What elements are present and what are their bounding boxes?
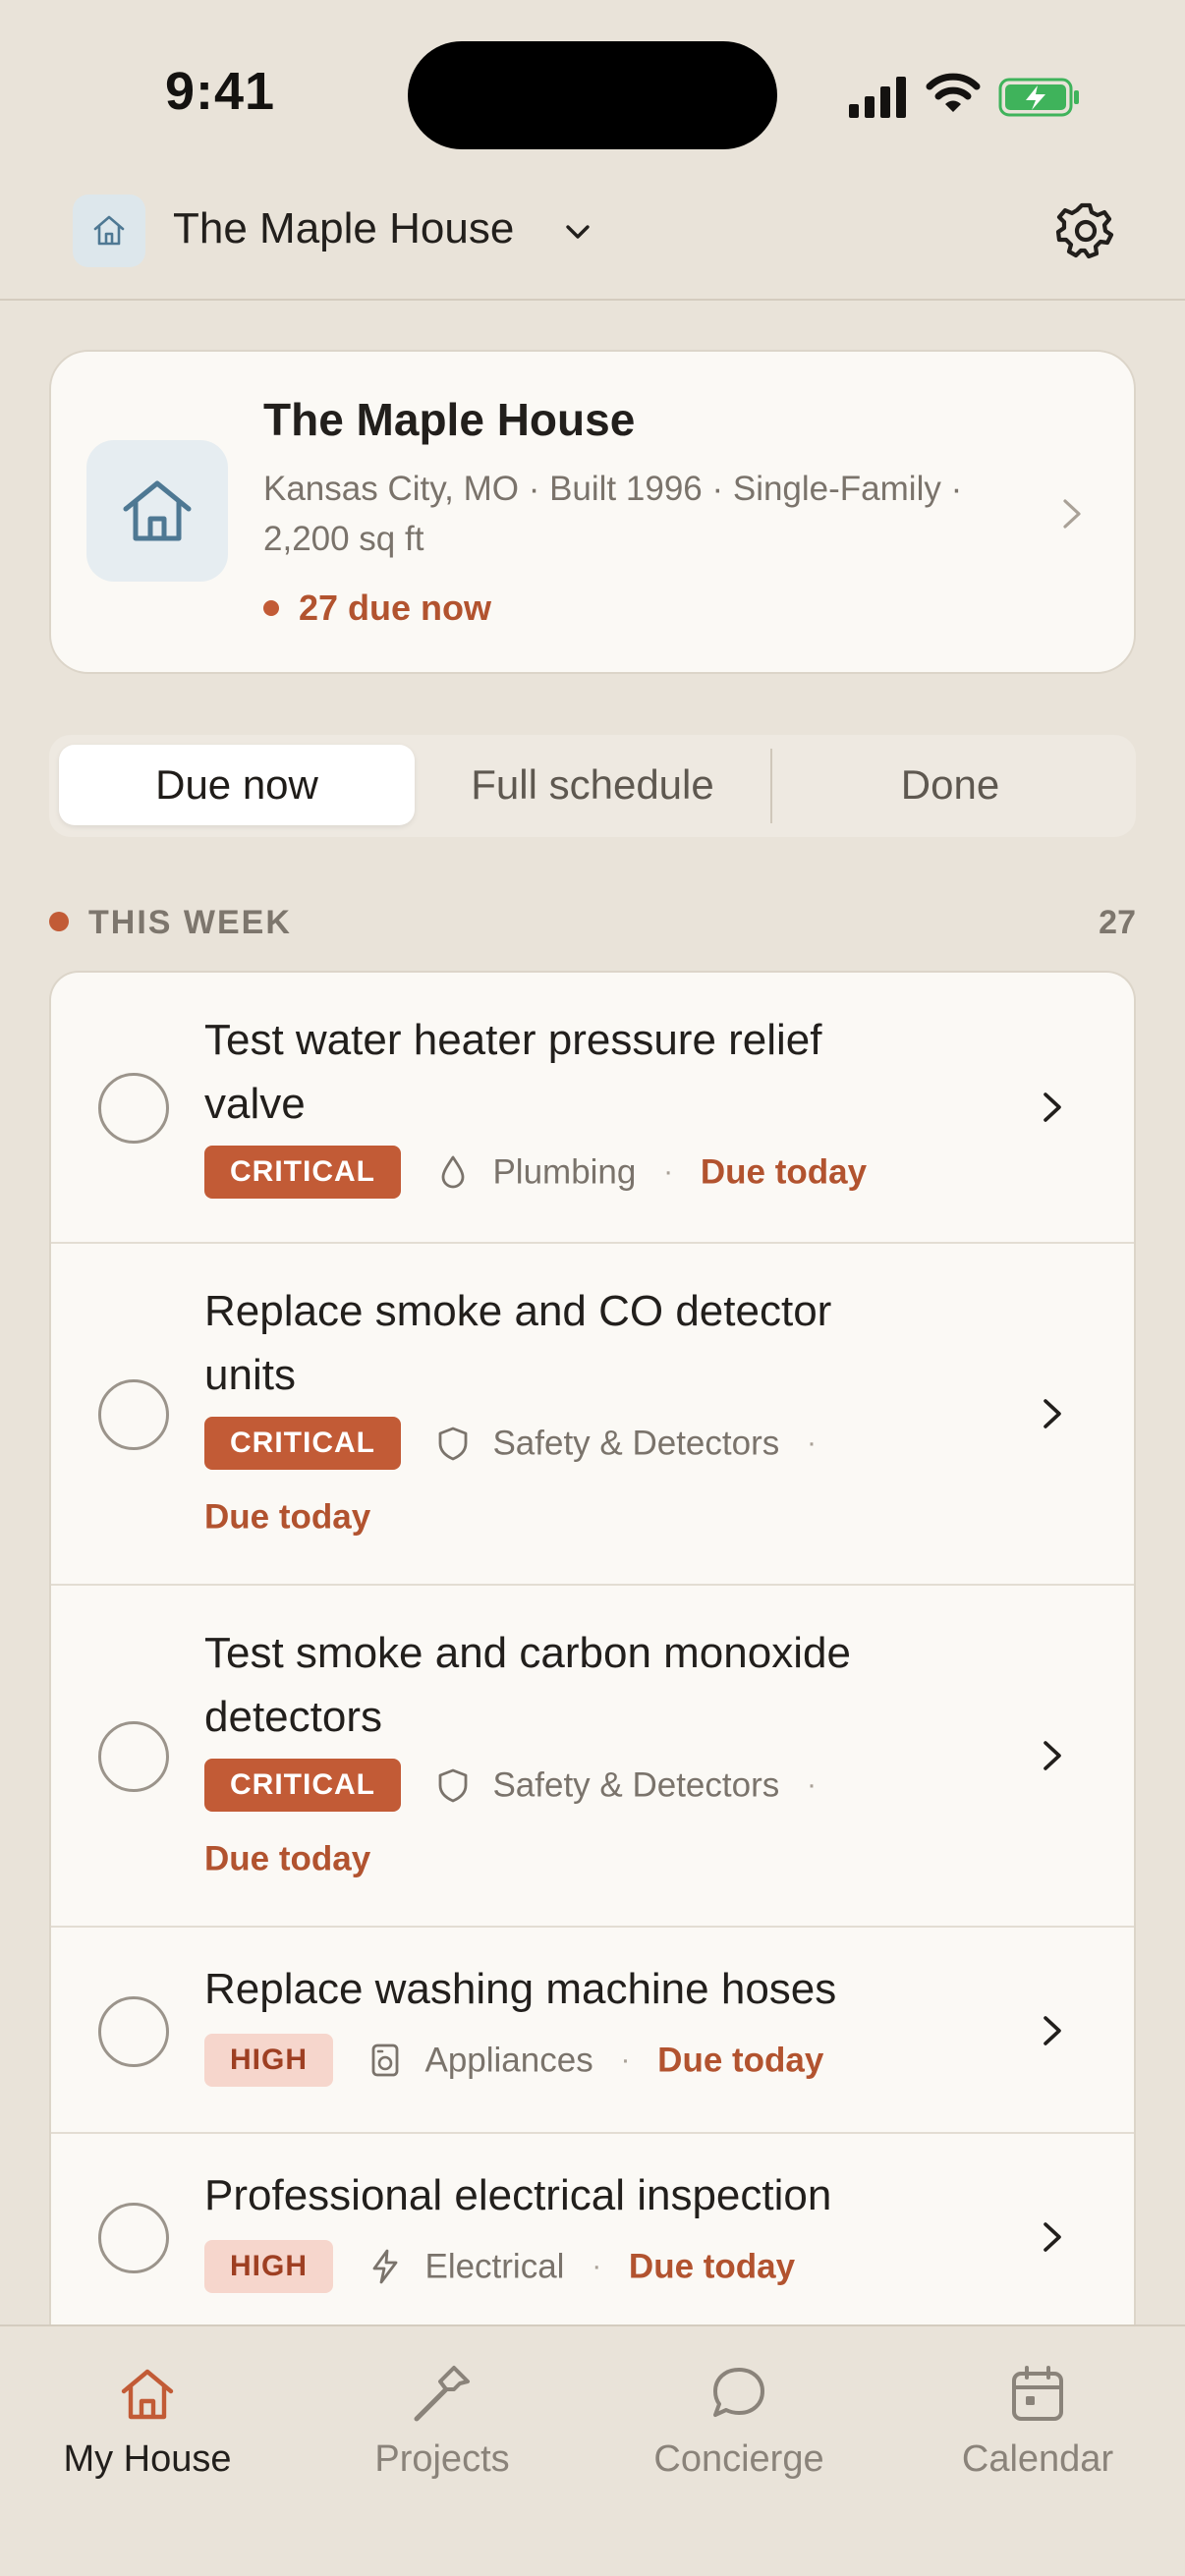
- task-meta: HIGH Electrical · Due today: [204, 2228, 912, 2302]
- bottom-tab-bar: My House Projects Concierge Calendar: [0, 2324, 1185, 2576]
- tabbar-label: Projects: [374, 2438, 510, 2480]
- lightning-icon: [372, 2249, 398, 2284]
- task-title: Replace smoke and CO detector units: [204, 1287, 832, 1399]
- chevron-down-icon[interactable]: [558, 212, 597, 252]
- chevron-right-icon[interactable]: [1034, 1731, 1073, 1780]
- task-meta: CRITICAL Safety & Detectors · Due today: [204, 1405, 912, 1553]
- wifi-icon: [926, 73, 981, 112]
- task-due: Due today: [657, 2041, 824, 2080]
- house-card-name: The Maple House: [263, 394, 636, 445]
- meta-separator: ·: [806, 1768, 817, 1802]
- meta-separator: ·: [592, 2250, 602, 2283]
- task-due: Due today: [204, 1497, 371, 1537]
- house-card-details: Kansas City, MO · Built 1996 · Single-Fa…: [263, 470, 963, 558]
- chevron-right-icon[interactable]: [1034, 1083, 1073, 1132]
- task-due: Due today: [700, 1152, 868, 1192]
- task-row[interactable]: Test water heater pressure relief valve …: [51, 973, 1134, 1244]
- tab-full-schedule[interactable]: Full schedule: [415, 745, 770, 825]
- priority-badge: HIGH: [204, 2239, 333, 2293]
- dynamic-island: [408, 41, 777, 149]
- task-due: Due today: [628, 2247, 796, 2286]
- tabbar-item-concierge[interactable]: Concierge: [611, 2362, 867, 2481]
- tab-due-now[interactable]: Due now: [59, 745, 415, 825]
- house-selector-icon[interactable]: [73, 195, 145, 267]
- status-time: 9:41: [165, 62, 276, 121]
- water-drop-icon: [441, 1155, 465, 1189]
- battery-charging-icon: [998, 78, 1079, 117]
- task-list: Test water heater pressure relief valve …: [49, 971, 1136, 2326]
- meta-separator: ·: [620, 2044, 631, 2077]
- tabbar-item-my-house[interactable]: My House: [20, 2362, 275, 2481]
- task-title: Replace washing machine hoses: [204, 1965, 837, 2013]
- app-header: The Maple House: [0, 177, 1185, 301]
- task-title: Test smoke and carbon monoxide detectors: [204, 1629, 851, 1741]
- tabbar-label: My House: [63, 2438, 232, 2480]
- hammer-icon: [414, 2366, 470, 2422]
- task-row[interactable]: Test smoke and carbon monoxide detectors…: [51, 1586, 1134, 1928]
- due-count-label: 27 due now: [299, 588, 492, 628]
- priority-badge: CRITICAL: [204, 1758, 401, 1812]
- washing-machine-icon: [371, 2044, 399, 2077]
- task-checkbox[interactable]: [98, 1721, 169, 1792]
- priority-badge: CRITICAL: [204, 1416, 401, 1470]
- task-category: Plumbing: [492, 1152, 637, 1192]
- cellular-signal-icon: [849, 77, 906, 118]
- house-icon: [93, 215, 125, 246]
- status-bar: 9:41: [0, 0, 1185, 177]
- house-card-due-count: 27 due now: [263, 588, 491, 629]
- chevron-right-icon[interactable]: [1034, 1389, 1073, 1438]
- task-title: Test water heater pressure relief valve: [204, 1016, 822, 1128]
- schedule-tabs: Due now Full schedule Done: [49, 735, 1136, 837]
- calendar-icon: [1012, 2366, 1063, 2421]
- chevron-right-icon[interactable]: [1034, 2212, 1073, 2262]
- house-icon: [121, 2369, 174, 2420]
- task-due: Due today: [204, 1839, 371, 1878]
- shield-icon: [438, 1768, 468, 1803]
- task-category: Electrical: [424, 2247, 565, 2286]
- house-summary-card[interactable]: The Maple House Kansas City, MO · Built …: [49, 350, 1136, 674]
- task-category: Safety & Detectors: [492, 1765, 780, 1805]
- section-title: THIS WEEK: [88, 904, 292, 941]
- task-row[interactable]: Professional electrical inspection HIGH …: [51, 2134, 1134, 2326]
- house-selector-title[interactable]: The Maple House: [173, 204, 514, 253]
- task-category: Appliances: [424, 2041, 593, 2080]
- section-count: 27: [1099, 904, 1136, 941]
- task-checkbox[interactable]: [98, 1073, 169, 1144]
- due-dot: [263, 600, 279, 616]
- chat-bubble-icon: [713, 2368, 764, 2417]
- house-card-icon-tile: [86, 440, 228, 582]
- task-meta: CRITICAL Safety & Detectors · Due today: [204, 1747, 912, 1895]
- tabbar-item-projects[interactable]: Projects: [314, 2362, 570, 2481]
- meta-separator: ·: [806, 1427, 817, 1460]
- task-row[interactable]: Replace washing machine hoses HIGH Appli…: [51, 1928, 1134, 2134]
- house-icon: [123, 480, 192, 541]
- tabbar-label: Calendar: [961, 2438, 1114, 2480]
- chevron-right-icon[interactable]: [1034, 2006, 1073, 2055]
- shield-icon: [438, 1427, 468, 1461]
- priority-badge: CRITICAL: [204, 1145, 401, 1199]
- section-header: THIS WEEK 27: [49, 900, 1136, 945]
- task-meta: CRITICAL Plumbing · Due today: [204, 1134, 912, 1207]
- task-checkbox[interactable]: [98, 1996, 169, 2067]
- tabbar-item-calendar[interactable]: Calendar: [910, 2362, 1165, 2481]
- task-category: Safety & Detectors: [492, 1424, 780, 1463]
- section-dot: [49, 912, 69, 931]
- task-checkbox[interactable]: [98, 1379, 169, 1450]
- gear-icon[interactable]: [1055, 200, 1116, 261]
- priority-badge: HIGH: [204, 2033, 333, 2087]
- tabbar-label: Concierge: [653, 2438, 824, 2480]
- task-checkbox[interactable]: [98, 2203, 169, 2273]
- task-meta: HIGH Appliances · Due today: [204, 2022, 912, 2096]
- tab-done[interactable]: Done: [772, 745, 1128, 825]
- task-title: Professional electrical inspection: [204, 2171, 832, 2219]
- meta-separator: ·: [663, 1155, 674, 1189]
- chevron-right-icon: [1063, 499, 1081, 529]
- task-row[interactable]: Replace smoke and CO detector units CRIT…: [51, 1244, 1134, 1586]
